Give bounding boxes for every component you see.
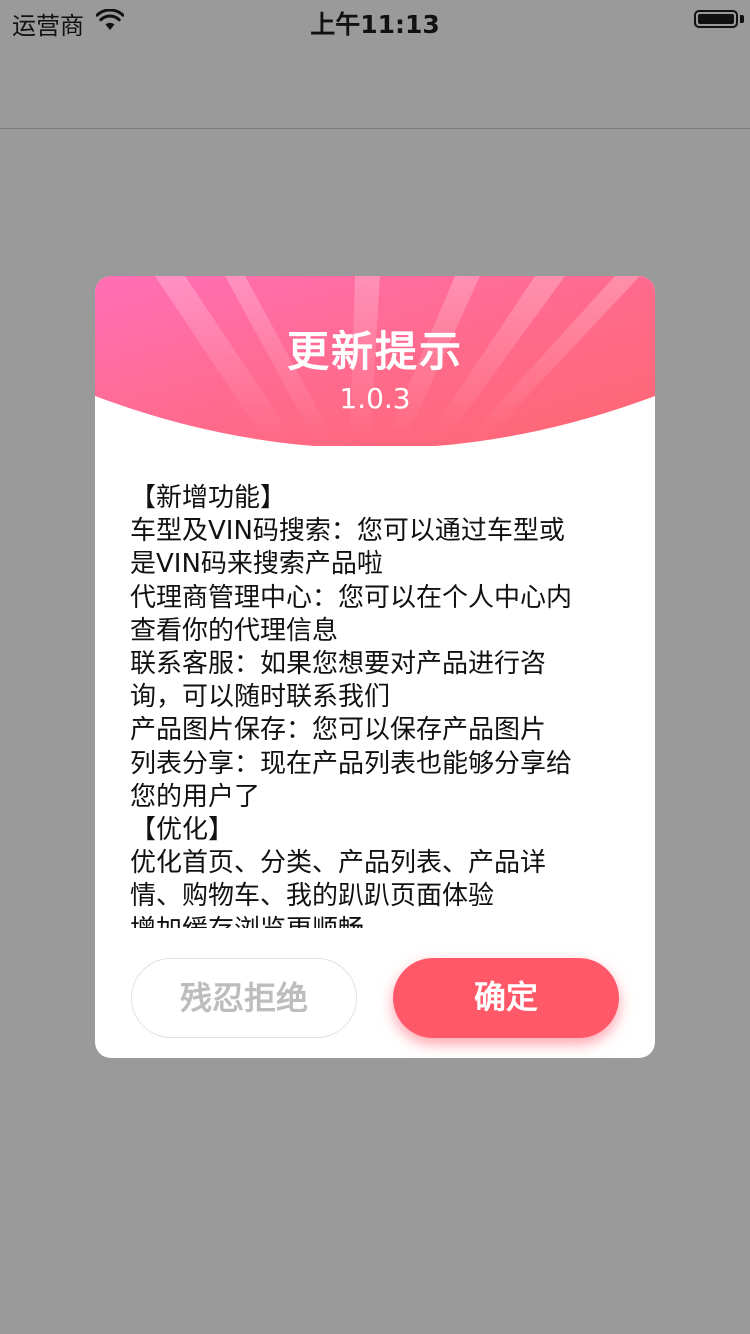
notes-line: 【新增功能】 <box>130 483 287 513</box>
notes-line: 增加缓存浏览更顺畅 <box>130 914 625 928</box>
navigation-bar <box>0 40 750 129</box>
confirm-button[interactable]: 确定 <box>393 958 619 1038</box>
notes-line: 联系客服：如果您想要对产品进行咨 <box>130 649 547 680</box>
notes-line: 情、购物车、我的趴趴页面体验 <box>130 881 495 912</box>
battery-icon <box>694 10 738 28</box>
notes-line: 是VIN码来搜索产品啦 <box>130 549 383 580</box>
notes-line: 优化首页、分类、产品列表、产品详 <box>130 848 547 879</box>
status-bar: 运营商 上午11:13 <box>0 0 750 40</box>
version-label: 1.0.3 <box>339 382 411 415</box>
cancel-button[interactable]: 残忍拒绝 <box>131 958 357 1038</box>
update-dialog: 更新提示 1.0.3 【新增功能】 车型及VIN码搜索：您可以通过车型或 是VI… <box>95 276 655 1058</box>
notes-line: 您的用户了 <box>130 781 261 812</box>
notes-line: 产品图片保存：您可以保存产品图片 <box>130 715 547 746</box>
dialog-header: 更新提示 1.0.3 <box>95 276 655 446</box>
status-time: 上午11:13 <box>310 10 440 39</box>
notes-line: 【优化】 <box>130 815 235 846</box>
update-notes[interactable]: 【新增功能】 车型及VIN码搜索：您可以通过车型或 是VIN码来搜索产品啦 代理… <box>130 482 625 928</box>
screen: 运营商 上午11:13 更新提示 1.0.3 【新增功能】 车型及VIN码搜索：… <box>0 0 750 1334</box>
notes-line: 代理商管理中心：您可以在个人中心内 <box>130 582 573 613</box>
notes-line: 查看你的代理信息 <box>130 615 339 646</box>
battery-level <box>698 14 734 24</box>
dialog-title: 更新提示 <box>286 327 463 376</box>
notes-line: 列表分享：现在产品列表也能够分享给 <box>130 748 573 779</box>
notes-line: 询，可以随时联系我们 <box>130 682 391 713</box>
battery-cap <box>740 15 744 23</box>
notes-line: 车型及VIN码搜索：您可以通过车型或 <box>130 516 565 547</box>
